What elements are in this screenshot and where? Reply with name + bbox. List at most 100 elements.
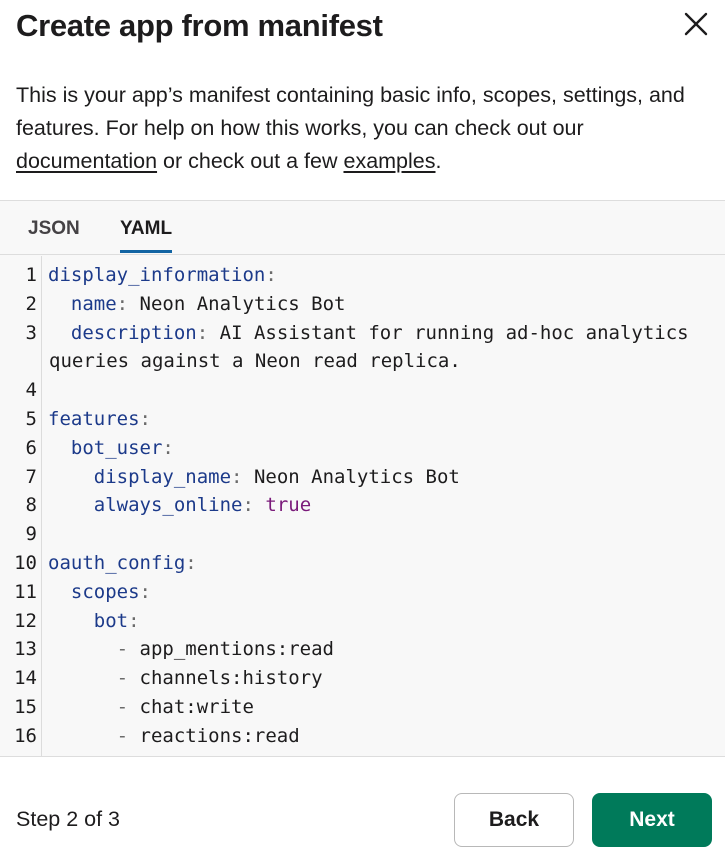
line-number: 8 <box>25 494 37 517</box>
code-key: bot <box>93 609 129 632</box>
code-value: Neon Analytics Bot <box>128 292 346 315</box>
examples-link[interactable]: examples <box>343 149 435 173</box>
line-number: 10 <box>14 551 37 574</box>
code-dash: - <box>116 638 140 661</box>
code-colon: : <box>162 436 174 459</box>
code-line: 5 features: <box>0 405 725 434</box>
code-colon: : <box>139 407 151 430</box>
code-line: 1 display_information: <box>0 261 725 290</box>
code-key: bot_user <box>70 436 163 459</box>
code-key: always_online <box>93 494 243 517</box>
code-value <box>254 494 265 516</box>
code-key: scopes <box>70 580 140 603</box>
intro-text-mid: or check out a few <box>157 149 344 173</box>
code-line: 15 - chat:write <box>0 693 725 722</box>
code-text: description: AI Assistant for running ad… <box>48 322 689 344</box>
code-key: display_information <box>48 264 266 286</box>
line-number: 11 <box>14 580 37 603</box>
line-number: 15 <box>14 695 37 718</box>
code-line: 10 oauth_config: <box>0 549 725 578</box>
code-colon: : <box>139 580 151 603</box>
code-key: oauth_config <box>48 551 186 574</box>
documentation-link[interactable]: documentation <box>16 149 157 173</box>
code-line: queries against a Neon read replica. <box>0 347 725 376</box>
manifest-editor[interactable]: JSON YAML 1 display_information: 2 name: N… <box>0 200 725 757</box>
code-line: 6 bot_user: <box>0 434 725 463</box>
intro-text-before: This is your app’s manifest containing b… <box>16 83 685 140</box>
code-key: features <box>48 407 140 430</box>
line-number: 6 <box>25 436 37 459</box>
modal-footer: Step 2 of 3 Back Next <box>0 757 725 858</box>
code-line: 7 display_name: Neon Analytics Bot <box>0 463 725 492</box>
line-number: 14 <box>14 667 37 690</box>
code-dash: - <box>116 695 140 718</box>
code-line: 3 description: AI Assistant for running … <box>0 319 725 348</box>
code-text: features: <box>48 408 151 430</box>
code-text: name: Neon Analytics Bot <box>48 292 346 315</box>
code-line: 9 <box>0 520 725 549</box>
code-text: scopes: <box>48 581 151 603</box>
line-number: 13 <box>14 638 37 661</box>
code-line: 4 <box>0 376 725 405</box>
code-area[interactable]: 1 display_information: 2 name: Neon Analyt… <box>0 256 725 756</box>
code-line: 14 - channels:history <box>0 664 725 693</box>
code-dash: - <box>116 724 140 747</box>
code-colon: : <box>116 292 129 315</box>
code-line: 11 scopes: <box>0 578 725 607</box>
line-number: 1 <box>25 264 37 286</box>
line-number: 3 <box>25 321 37 344</box>
create-app-modal: Create app from manifest This is your ap… <box>0 0 725 858</box>
code-text: display_name: Neon Analytics Bot <box>48 466 460 488</box>
code-value: chat:write <box>139 695 254 718</box>
modal-header: Create app from manifest <box>16 4 725 52</box>
code-text: - reactions:read <box>48 725 300 747</box>
code-value: channels:history <box>139 667 323 690</box>
line-number: 2 <box>25 292 37 315</box>
code-colon: : <box>231 465 243 488</box>
close-icon <box>684 12 708 36</box>
code-line: 16 - reactions:read <box>0 722 725 751</box>
intro-text-end: . <box>435 149 442 173</box>
code-key: display_name <box>93 465 232 488</box>
code-value: queries against a Neon read replica. <box>49 350 461 373</box>
code-text: bot: <box>48 610 140 632</box>
code-colon: : <box>185 551 197 574</box>
code-text: - app_mentions:read <box>48 638 334 660</box>
code-value: app_mentions:read <box>139 638 334 661</box>
back-button[interactable]: Back <box>454 793 574 847</box>
code-key: name <box>70 292 117 315</box>
code-colon: : <box>265 264 277 286</box>
code-text: - channels:history <box>48 667 323 689</box>
tab-json[interactable]: JSON <box>28 218 80 240</box>
code-line: 13 - app_mentions:read <box>0 635 725 664</box>
code-dash: - <box>116 667 140 690</box>
line-number: 16 <box>14 724 37 747</box>
code-value: AI Assistant for running ad-hoc analytic… <box>208 321 689 344</box>
code-line: 8 always_online: true <box>0 491 725 520</box>
line-number: 7 <box>25 465 37 488</box>
code-text: always_online: true <box>48 494 311 516</box>
code-colon: : <box>196 321 209 344</box>
code-text: bot_user: <box>48 437 174 459</box>
line-number: 9 <box>25 523 37 546</box>
code-value: reactions:read <box>139 724 300 747</box>
code-colon: : <box>242 494 254 517</box>
code-text: oauth_config: <box>48 552 197 574</box>
line-number: 4 <box>25 379 37 402</box>
close-button[interactable] <box>681 9 711 39</box>
next-button[interactable]: Next <box>592 793 712 847</box>
format-tabs: JSON YAML <box>0 201 725 255</box>
code-text: display_information: <box>48 264 277 286</box>
tab-yaml[interactable]: YAML <box>120 218 173 253</box>
code-colon: : <box>128 609 140 632</box>
